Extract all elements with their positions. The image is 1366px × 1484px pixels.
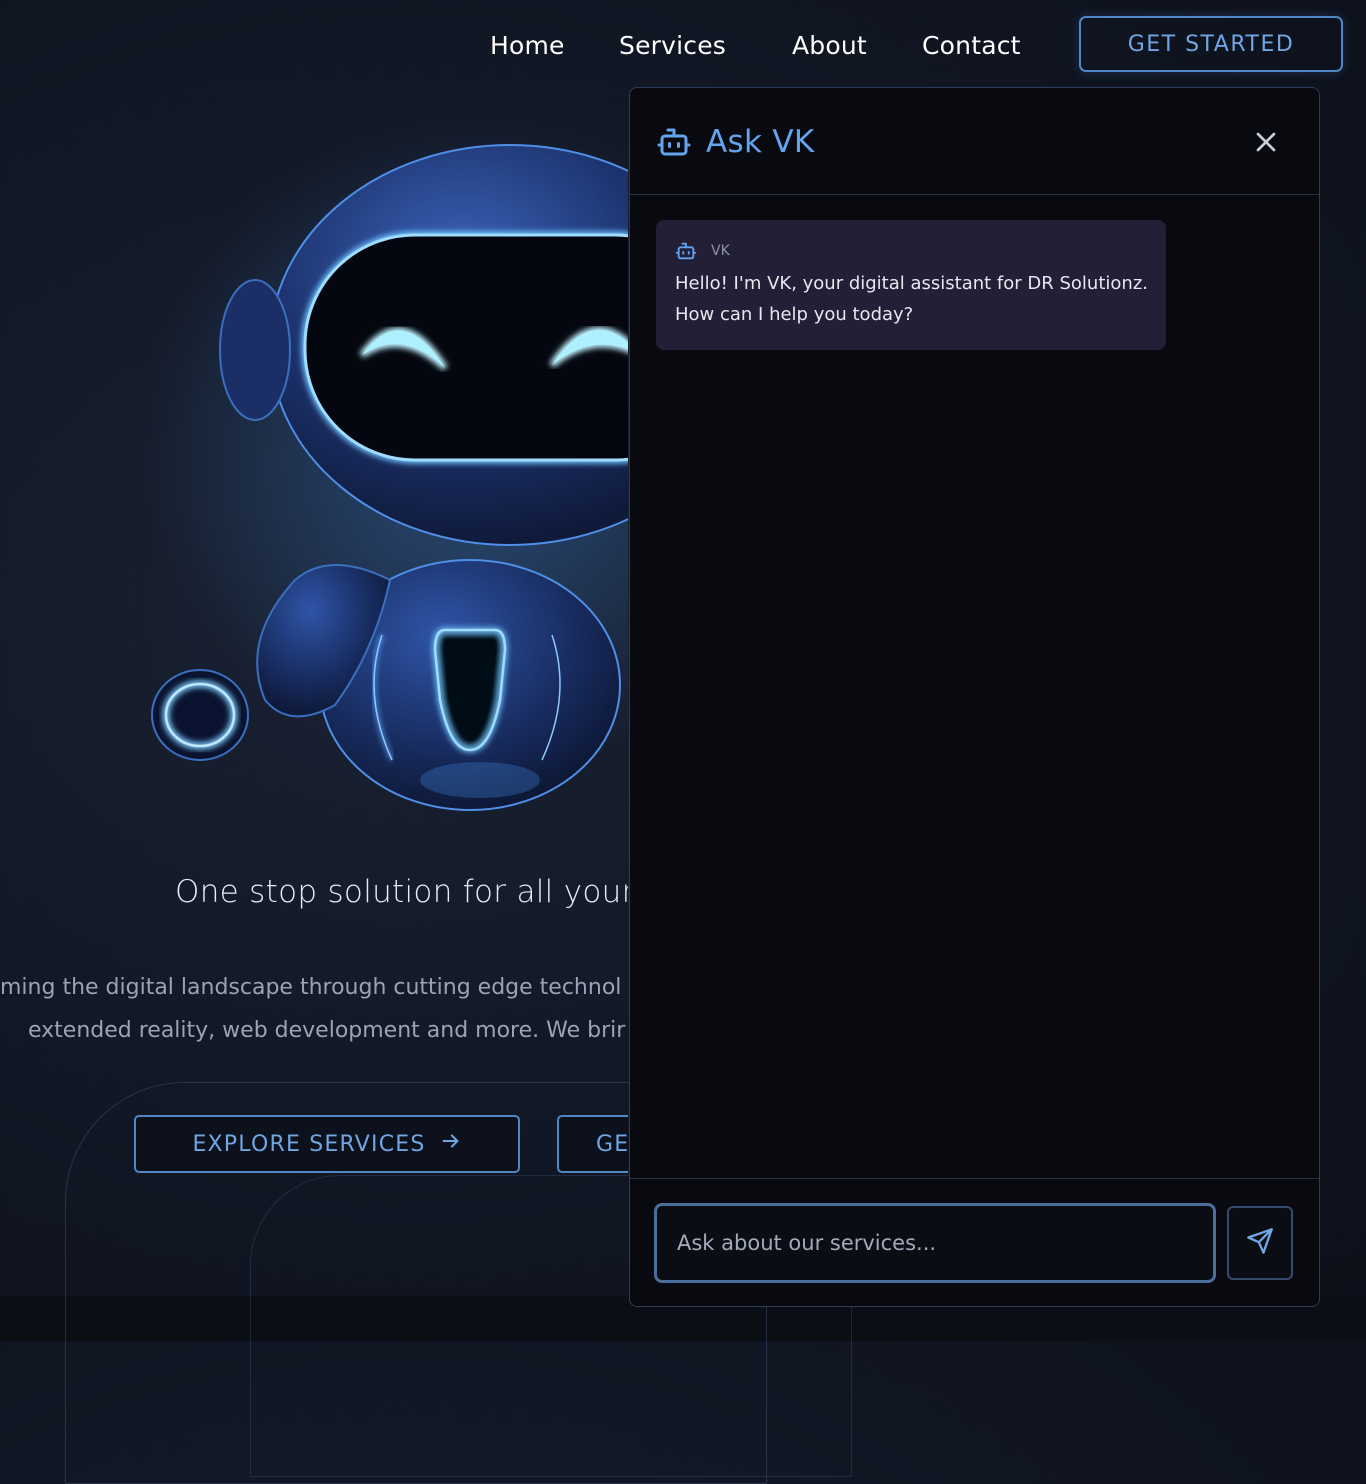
chat-header: Ask VK (630, 88, 1319, 195)
assistant-message: VK Hello! I'm VK, your digital assistant… (656, 220, 1166, 350)
secondary-hero-button-clip: GE (557, 1115, 628, 1173)
chat-title: Ask VK (706, 124, 815, 160)
get-started-button[interactable]: GET STARTED (1079, 16, 1343, 72)
chat-footer (630, 1178, 1319, 1307)
nav-home[interactable]: Home (490, 28, 565, 64)
explore-services-button[interactable]: EXPLORE SERVICES (134, 1115, 520, 1173)
message-sender: VK (711, 243, 730, 259)
get-started-hero-label: GE (596, 1131, 628, 1157)
explore-services-label: EXPLORE SERVICES (192, 1131, 426, 1157)
chat-panel: Ask VK VK Hello! I'm VK, your digital as… (629, 87, 1320, 1307)
message-line-2: How can I help you today? (675, 304, 914, 325)
message-text: Hello! I'm VK, your digital assistant fo… (675, 268, 1155, 330)
nav-contact[interactable]: Contact (922, 28, 1021, 64)
chat-input[interactable] (654, 1203, 1216, 1283)
robot-icon (656, 124, 692, 160)
arrow-right-icon (440, 1130, 462, 1158)
nav-services[interactable]: Services (619, 28, 726, 64)
bot-avatar-icon (675, 240, 697, 262)
close-icon[interactable] (1250, 126, 1282, 158)
hero-paragraph-line-2: extended reality, web development and mo… (28, 1018, 626, 1043)
send-button[interactable] (1227, 1206, 1293, 1280)
nav-about[interactable]: About (792, 28, 867, 64)
top-navigation: Home Services About Contact GET STARTED (0, 0, 1366, 88)
hero-paragraph-line-1: ming the digital landscape through cutti… (0, 975, 622, 1000)
send-icon (1246, 1227, 1274, 1259)
hero-headline: One stop solution for all your D (175, 874, 628, 910)
robot-illustration (100, 110, 628, 840)
robot-icon (140, 110, 628, 811)
message-line-1: Hello! I'm VK, your digital assistant fo… (675, 273, 1148, 294)
get-started-hero-button[interactable]: GE (557, 1115, 628, 1173)
